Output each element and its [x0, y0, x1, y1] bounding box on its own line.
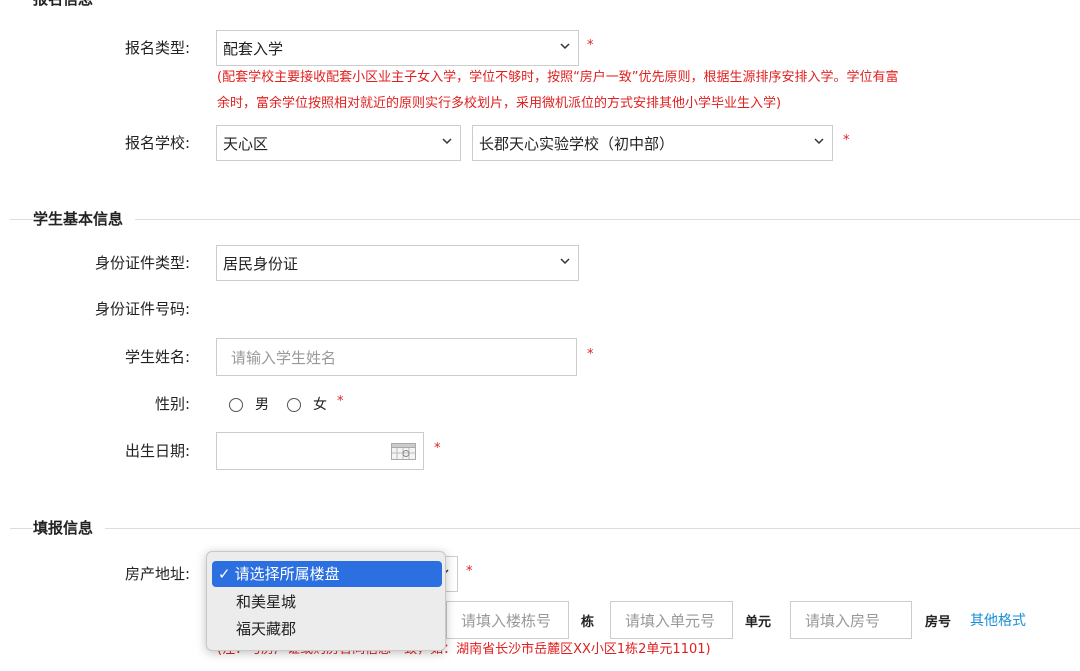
required-mark: * [587, 38, 594, 53]
required-mark: * [587, 347, 594, 362]
student-name-input[interactable]: 请输入学生姓名 [216, 338, 577, 376]
district-value: 天心区 [223, 134, 269, 153]
registration-school-label: 报名学校: [124, 134, 190, 152]
building-number-input[interactable]: 请填入楼栋号 [446, 601, 569, 639]
registration-type-value: 配套入学 [223, 39, 284, 58]
chevron-down-icon [442, 138, 452, 145]
section-title: 填报信息 [33, 517, 106, 539]
school-value: 长郡天心实验学校（初中部） [479, 134, 675, 153]
district-select[interactable]: 天心区 [216, 125, 461, 161]
chevron-down-icon [560, 43, 570, 50]
gender-male-radio[interactable] [229, 398, 243, 412]
dropdown-option-selected[interactable]: ✓ 请选择所属楼盘 [212, 561, 442, 587]
gender-female-radio[interactable] [287, 398, 301, 412]
room-suffix: 房号 [925, 615, 952, 630]
gender-male-label[interactable]: 男 [255, 394, 269, 414]
gender-female-label[interactable]: 女 [313, 394, 327, 414]
property-address-label: 房产地址: [124, 565, 190, 583]
room-number-input[interactable]: 请填入房号 [790, 601, 912, 639]
chevron-down-icon [814, 138, 824, 145]
building-suffix: 栋 [581, 615, 595, 630]
id-number-label: 身份证件号码: [94, 300, 190, 318]
section-registration-info: 报名信息 [0, 0, 1080, 10]
section-title: 报名信息 [33, 0, 106, 10]
calendar-icon[interactable] [391, 443, 416, 460]
estate-dropdown-menu[interactable]: ✓ 请选择所属楼盘 和美星城 福天藏郡 [206, 551, 446, 651]
unit-suffix: 单元 [745, 615, 772, 630]
note-line-2: 余时，富余学位按照相对就近的原则实行多校划片，采用微机派位的方式安排其他小学毕业… [217, 96, 782, 111]
birth-date-input[interactable] [216, 432, 424, 470]
required-mark: * [466, 564, 473, 579]
id-type-select[interactable]: 居民身份证 [216, 245, 579, 281]
required-mark: * [843, 133, 850, 148]
section-title: 学生基本信息 [33, 208, 136, 230]
registration-type-select[interactable]: 配套入学 [216, 30, 579, 66]
checkmark-icon: ✓ [218, 565, 231, 583]
dropdown-option[interactable]: 和美星城 [212, 589, 442, 615]
student-name-label: 学生姓名: [124, 348, 190, 366]
dropdown-option[interactable]: 福天藏郡 [212, 616, 442, 642]
required-mark: * [337, 394, 344, 409]
school-select[interactable]: 长郡天心实验学校（初中部） [472, 125, 833, 161]
required-mark: * [434, 441, 441, 456]
registration-type-note: (配套学校主要接收配套小区业主子女入学，学位不够时，按照“房户一致”优先原则，根… [217, 65, 997, 117]
chevron-down-icon [560, 258, 570, 265]
dropdown-option-label: 请选择所属楼盘 [234, 565, 340, 583]
section-fill-info: 填报信息 [0, 517, 1080, 539]
section-student-basic-info: 学生基本信息 [0, 208, 1080, 230]
birth-date-label: 出生日期: [124, 442, 190, 460]
unit-number-input[interactable]: 请填入单元号 [610, 601, 733, 639]
note-line-1: (配套学校主要接收配套小区业主子女入学，学位不够时，按照“房户一致”优先原则，根… [217, 70, 899, 85]
id-type-label: 身份证件类型: [94, 254, 190, 272]
id-type-value: 居民身份证 [223, 254, 299, 273]
registration-type-label: 报名类型: [124, 39, 190, 57]
gender-label: 性别: [154, 395, 190, 413]
other-format-link[interactable]: 其他格式 [970, 610, 1026, 630]
